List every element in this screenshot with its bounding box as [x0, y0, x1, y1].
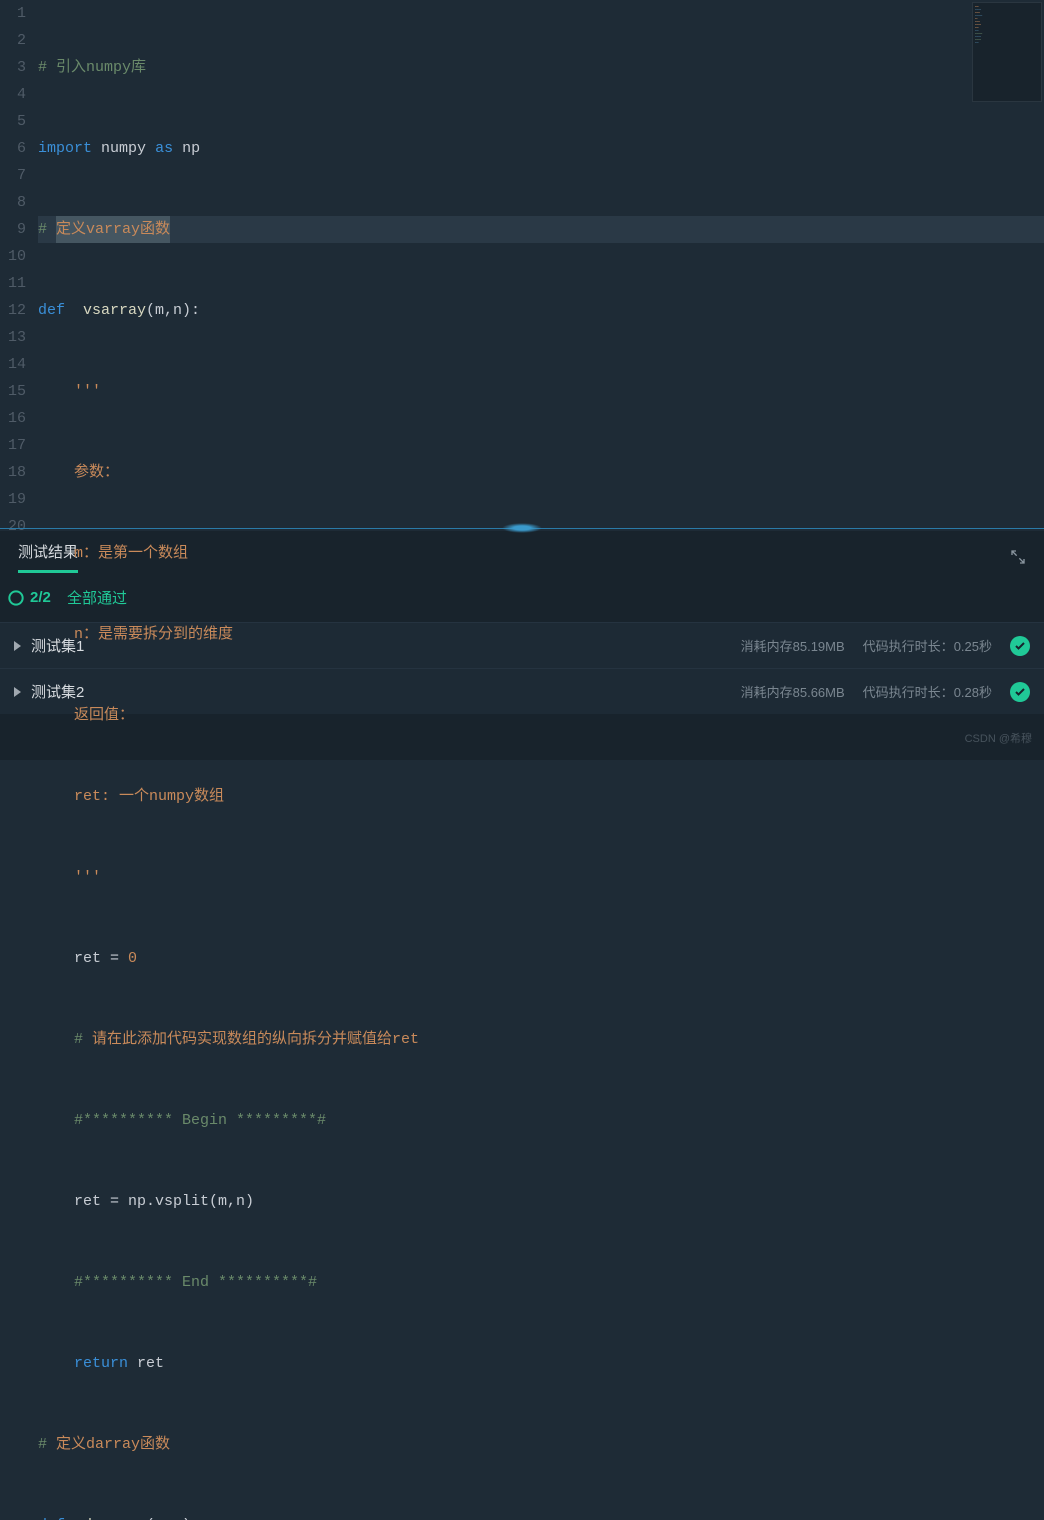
line-number: 3 [0, 54, 26, 81]
line-number: 6 [0, 135, 26, 162]
code-token: #********** Begin *********# [74, 1107, 326, 1134]
code-token: ret [74, 945, 101, 972]
line-number: 10 [0, 243, 26, 270]
line-number: 8 [0, 189, 26, 216]
panel-resize-handle[interactable] [0, 525, 1044, 531]
code-token: n：是需要拆分到的维度 [74, 621, 233, 648]
code-area[interactable]: # 引入numpy库 import numpy as np # 定义varray… [38, 0, 1044, 525]
code-token: ret [74, 1188, 101, 1215]
code-token: np [182, 135, 200, 162]
code-token: 参数： [74, 459, 119, 486]
drag-handle-icon [502, 523, 542, 533]
code-token: 返回值： [74, 702, 134, 729]
code-token: 0 [128, 945, 137, 972]
code-token: ''' [74, 864, 101, 891]
code-token: vsarray [83, 297, 146, 324]
code-token: numpy [101, 135, 146, 162]
code-token: #********** End **********# [74, 1269, 317, 1296]
line-number: 2 [0, 27, 26, 54]
code-token: = [101, 945, 128, 972]
code-token: (m,n): [146, 1512, 200, 1520]
line-number: 11 [0, 270, 26, 297]
minimap[interactable]: ▬▬▬ ▬▬▬▬▬ ▬▬▬▬ ▬▬▬▬▬▬ ▬▬ ▬▬▬▬ ▬▬▬▬▬ ▬▬▬ … [972, 2, 1042, 102]
line-number: 16 [0, 405, 26, 432]
line-number-gutter: 1 2 3 4 5 6 7 8 9 10 11 12 13 14 15 16 1… [0, 0, 38, 525]
code-editor[interactable]: 1 2 3 4 5 6 7 8 9 10 11 12 13 14 15 16 1… [0, 0, 1044, 525]
line-number: 14 [0, 351, 26, 378]
line-number: 18 [0, 459, 26, 486]
code-token: dsarray [83, 1512, 146, 1520]
line-number: 9 [0, 216, 26, 243]
line-number: 13 [0, 324, 26, 351]
code-token: ''' [74, 378, 101, 405]
line-number: 5 [0, 108, 26, 135]
code-token: = np.vsplit(m,n) [101, 1188, 254, 1215]
line-number: 15 [0, 378, 26, 405]
code-token: (m,n): [146, 297, 200, 324]
code-token: def [38, 1512, 65, 1520]
code-token: 定义varray函数 [56, 216, 170, 243]
chevron-right-icon [14, 641, 21, 651]
line-number: 7 [0, 162, 26, 189]
code-token: ret [137, 1350, 164, 1377]
code-token: as [155, 135, 173, 162]
code-token: m：是第一个数组 [74, 540, 188, 567]
check-circle-icon [8, 590, 24, 606]
watermark: CSDN @希穆 [965, 730, 1032, 746]
code-token: # [38, 1431, 47, 1458]
code-token: return [74, 1350, 128, 1377]
code-token: def [38, 297, 65, 324]
line-number: 1 [0, 0, 26, 27]
line-number: 17 [0, 432, 26, 459]
code-token: # [38, 216, 47, 243]
line-number: 19 [0, 486, 26, 513]
code-token: import [38, 135, 92, 162]
line-number: 4 [0, 81, 26, 108]
line-number: 12 [0, 297, 26, 324]
code-token: 定义darray函数 [56, 1431, 170, 1458]
code-token: ret: 一个numpy数组 [74, 783, 224, 810]
code-token: # [74, 1026, 83, 1053]
code-token: 请在此添加代码实现数组的纵向拆分并赋值给ret [92, 1026, 419, 1053]
code-token: # 引入numpy库 [38, 54, 146, 81]
chevron-right-icon [14, 687, 21, 697]
